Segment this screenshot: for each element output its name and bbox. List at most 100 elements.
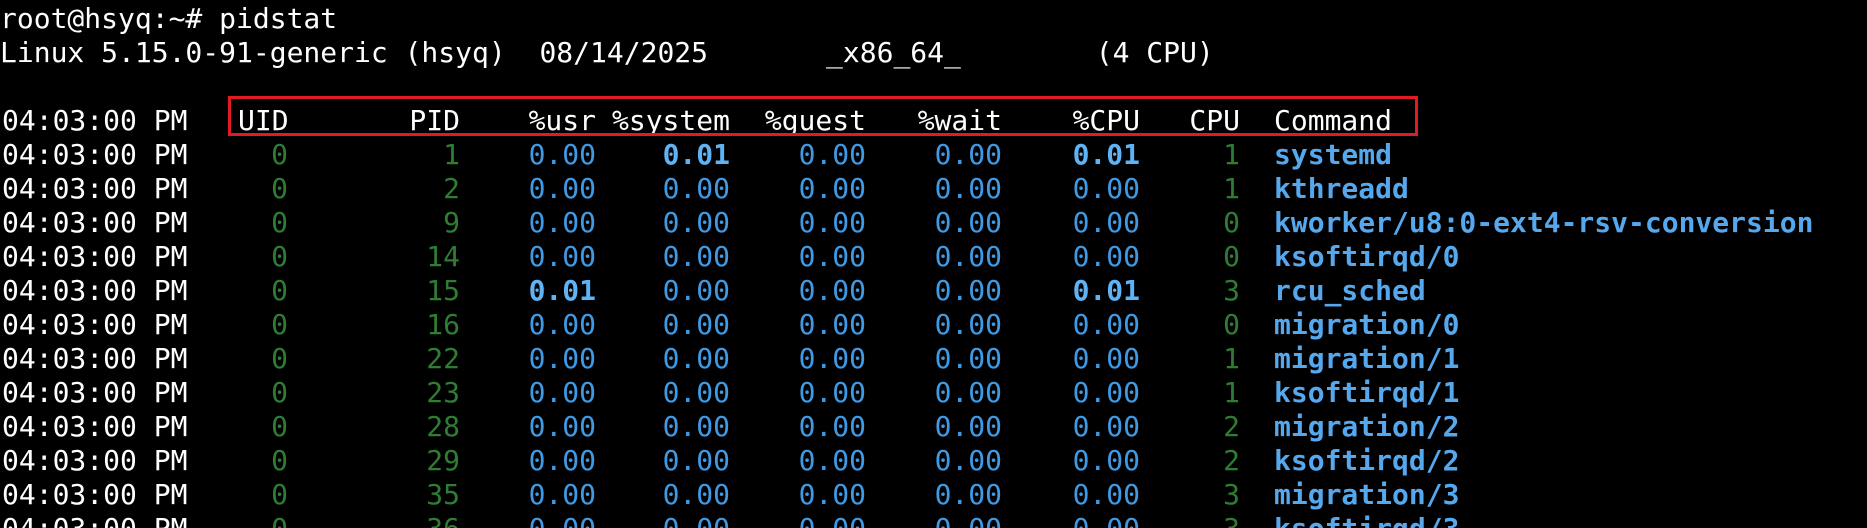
row-pcpu: 0.00 [1072,206,1140,239]
table-row: 04:03:00 PM 0 9 0.00 0.00 0.00 0.00 0.00 0 kworke… [0,206,1867,240]
table-row: 04:03:00 PM 0 16 0.00 0.00 0.00 0.00 0.00 0 migra… [0,308,1867,342]
row-time: 04:03:00 PM [2,274,188,307]
row-time: 04:03:00 PM [2,376,188,409]
row-cpu: 0 [1223,206,1240,239]
row-command: systemd [1274,138,1393,171]
row-wait: 0.00 [934,138,1002,171]
row-wait: 0.00 [934,342,1002,375]
table-row: 04:03:00 PM 0 28 0.00 0.00 0.00 0.00 0.00 2 migra… [0,410,1867,444]
row-usr: 0.00 [528,172,596,205]
row-uid: 0 [271,206,288,239]
table-row: 04:03:00 PM 0 14 0.00 0.00 0.00 0.00 0.00 0 ksoft… [0,240,1867,274]
row-cpu: 3 [1223,274,1240,307]
row-wait: 0.00 [934,172,1002,205]
row-cpu: 0 [1223,240,1240,273]
row-guest: 0.00 [798,342,866,375]
row-guest: 0.00 [798,478,866,511]
row-usr: 0.00 [528,240,596,273]
row-guest: 0.00 [798,308,866,341]
row-pcpu: 0.01 [1072,138,1140,171]
row-time: 04:03:00 PM [2,240,188,273]
row-pcpu: 0.00 [1072,444,1140,477]
row-pcpu: 0.01 [1072,274,1140,307]
row-pid: 35 [426,478,460,511]
row-command: ksoftirqd/2 [1274,444,1460,477]
row-system: 0.00 [662,376,730,409]
row-pid: 36 [336,512,460,528]
row-cpu: 1 [1223,138,1240,171]
row-time: 04:03:00 PM [2,512,187,528]
table-row: 04:03:00 PM 0 29 0.00 0.00 0.00 0.00 0.00 2 ksoft… [0,444,1867,478]
row-pid: 2 [443,172,460,205]
row-guest: 0.00 [798,206,866,239]
row-pid: 29 [426,444,460,477]
row-pcpu: 0.00 [1000,512,1140,528]
row-wait: 0.00 [934,240,1002,273]
row-uid: 0 [271,478,288,511]
row-usr: 0.01 [528,274,596,307]
row-uid: 0 [271,240,288,273]
row-command: rcu_sched [1274,274,1426,307]
table-row: 04:03:00 PM 0 35 0.00 0.00 0.00 0.00 0.00 3 migra… [0,478,1867,512]
row-system: 0.00 [662,410,730,443]
row-pcpu: 0.00 [1072,376,1140,409]
row-cpu: 1 [1223,172,1240,205]
row-pid: 22 [426,342,460,375]
row-uid: 0 [271,444,288,477]
row-time: 04:03:00 PM [2,410,188,443]
row-wait: 0.00 [934,376,1002,409]
row-wait: 0.00 [934,444,1002,477]
row-guest: 0.00 [798,274,866,307]
row-usr: 0.00 [528,342,596,375]
row-cpu: 2 [1223,410,1240,443]
table-row: 04:03:00 PM 0 1 0.00 0.01 0.00 0.00 0.01 1 system… [0,138,1867,172]
row-usr: 0.00 [528,206,596,239]
row-command: ksoftirqd/0 [1274,240,1460,273]
row-system: 0.00 [662,206,730,239]
table-row: 04:03:00 PM0360.000.000.000.000.003ksoft… [0,512,1867,528]
row-time: 04:03:00 PM [2,444,188,477]
row-pid: 9 [443,206,460,239]
row-command: migration/2 [1274,410,1460,443]
row-pcpu: 0.00 [1072,342,1140,375]
row-pid: 23 [426,376,460,409]
row-uid: 0 [271,308,288,341]
row-wait: 0.00 [934,478,1002,511]
row-guest: 0.00 [798,138,866,171]
row-system: 0.00 [662,478,730,511]
table-row: 04:03:00 PM 0 2 0.00 0.00 0.00 0.00 0.00 1 kthrea… [0,172,1867,206]
row-time: 04:03:00 PM [2,206,188,239]
row-guest: 0.00 [730,512,866,528]
row-time: 04:03:00 PM [2,172,188,205]
row-guest: 0.00 [798,172,866,205]
row-uid: 0 [271,410,288,443]
row-uid: 0 [271,172,288,205]
system-info-line: Linux 5.15.0-91-generic (hsyq) 08/14/202… [0,36,1214,69]
terminal-window[interactable]: root@hsyq:~# pidstat Linux 5.15.0-91-gen… [0,0,1867,528]
row-cpu: 3 [1142,512,1240,528]
row-usr: 0.00 [528,138,596,171]
row-usr: 0.00 [528,444,596,477]
row-system: 0.00 [594,512,730,528]
row-system: 0.01 [662,138,730,171]
row-pid: 15 [426,274,460,307]
row-cpu: 1 [1223,342,1240,375]
row-guest: 0.00 [798,410,866,443]
header-time: 04:03:00 PM [2,104,188,137]
row-guest: 0.00 [798,240,866,273]
row-guest: 0.00 [798,444,866,477]
header-highlight-box [228,96,1418,136]
row-wait: 0.00 [934,308,1002,341]
row-uid: 0 [271,376,288,409]
row-wait: 0.00 [866,512,1002,528]
row-pcpu: 0.00 [1072,308,1140,341]
row-command: kthreadd [1274,172,1409,205]
row-uid: 0 [271,342,288,375]
row-system: 0.00 [662,308,730,341]
row-system: 0.00 [662,342,730,375]
row-pcpu: 0.00 [1072,410,1140,443]
row-command: ksoftirqd/3 [1274,512,1459,528]
table-row: 04:03:00 PM 0 22 0.00 0.00 0.00 0.00 0.00 1 migra… [0,342,1867,376]
table-row: 04:03:00 PM 0 23 0.00 0.00 0.00 0.00 0.00 1 ksoft… [0,376,1867,410]
row-cpu: 1 [1223,376,1240,409]
